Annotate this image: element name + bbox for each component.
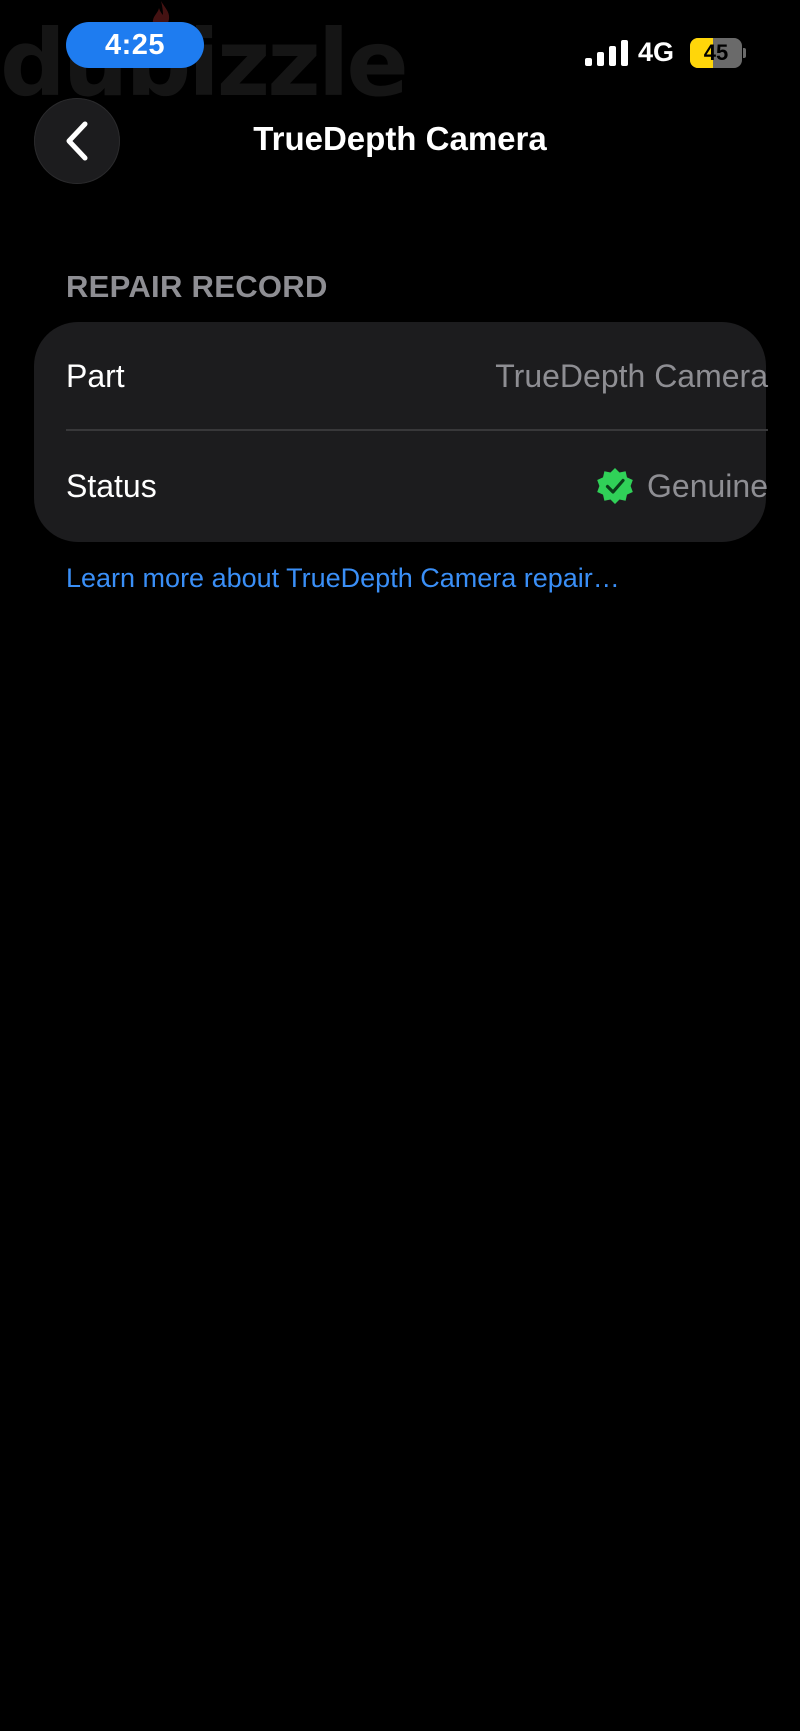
time-pill[interactable]: 4:25	[66, 22, 204, 68]
status-value-group: Genuine	[595, 466, 768, 506]
repair-record-card: Part TrueDepth Camera Status Genuine	[34, 322, 768, 542]
page-title: TrueDepth Camera	[253, 120, 547, 157]
cellular-signal-icon	[585, 40, 628, 66]
status-time: 4:25	[104, 28, 166, 61]
learn-more-link[interactable]: Learn more about TrueDepth Camera repair…	[66, 563, 620, 594]
battery-body: 45	[690, 38, 742, 68]
section-header-repair-record: REPAIR RECORD	[66, 269, 328, 304]
battery-nub	[743, 48, 746, 58]
row-status: Status Genuine	[66, 432, 768, 540]
row-value-status: Genuine	[647, 467, 768, 504]
row-value-part: TrueDepth Camera	[495, 357, 768, 394]
network-type: 4G	[638, 37, 675, 67]
status-bar: 4:25 4G 45	[0, 0, 800, 96]
back-button[interactable]	[34, 98, 120, 184]
row-part: Part TrueDepth Camera	[66, 322, 768, 430]
battery-level: 45	[703, 40, 729, 65]
row-divider	[66, 429, 768, 431]
chevron-left-icon	[66, 121, 88, 161]
row-label-part: Part	[66, 357, 125, 394]
battery-icon: 45	[690, 38, 746, 68]
row-label-status: Status	[66, 467, 157, 504]
verified-badge-icon	[597, 468, 633, 504]
